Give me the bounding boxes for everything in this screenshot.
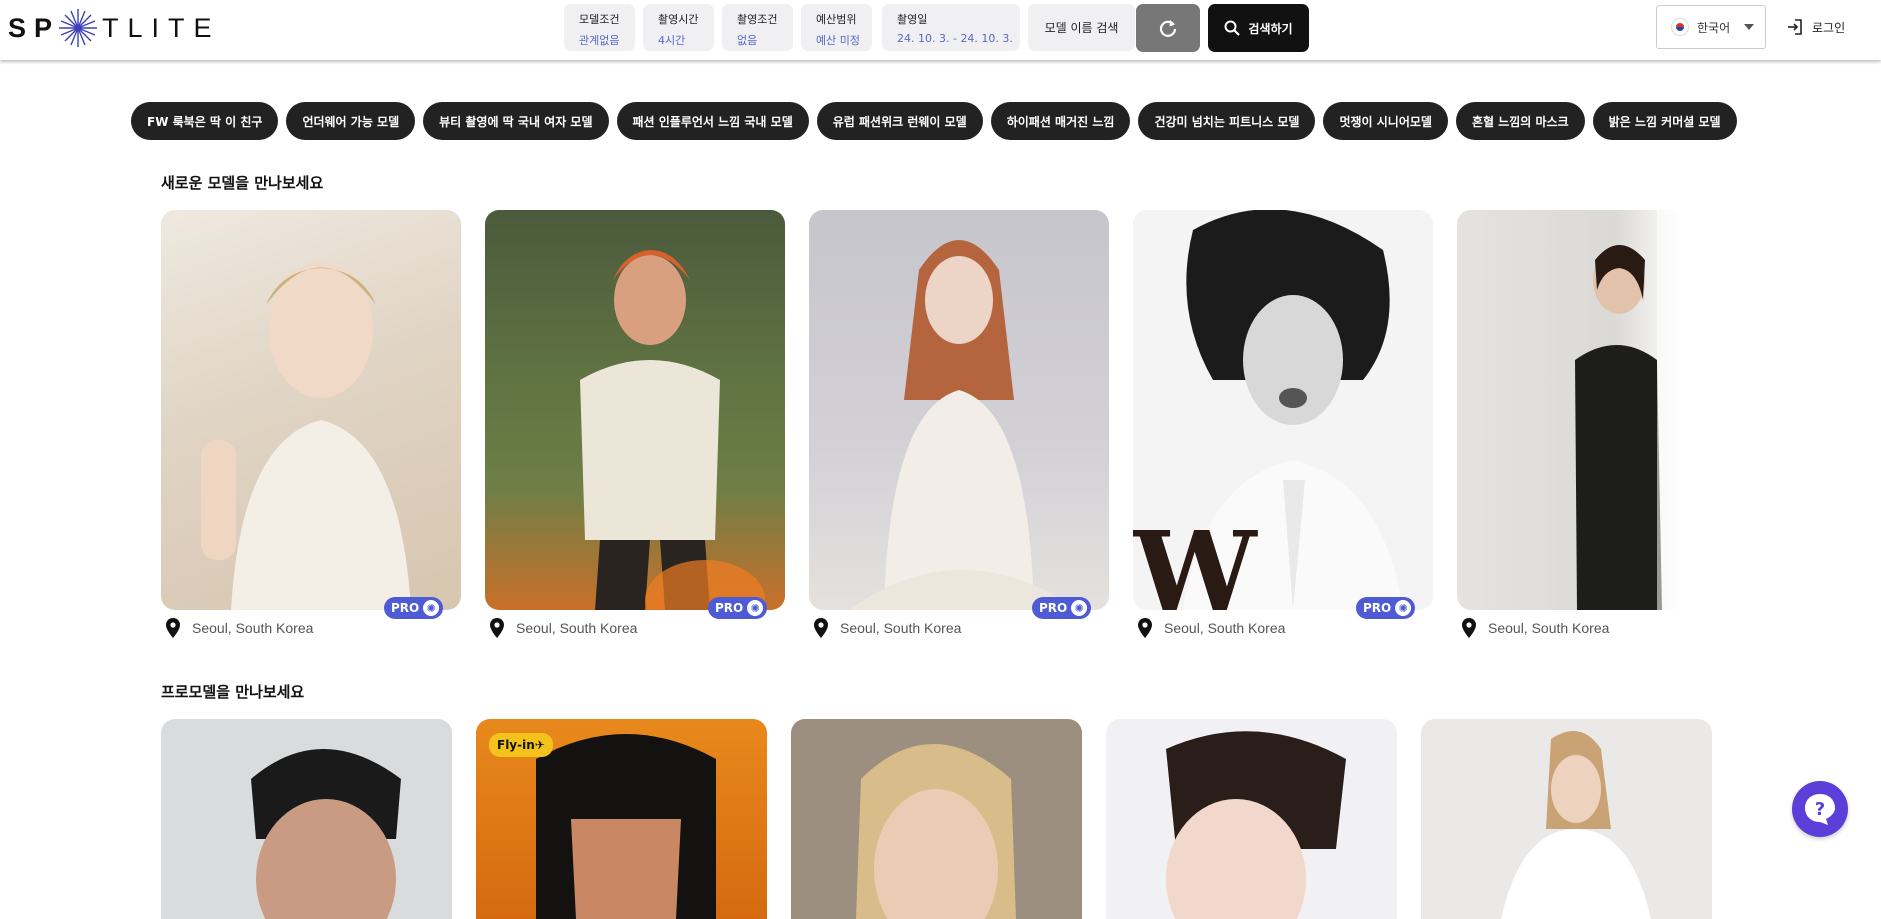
filter-value: 예산 미정 <box>816 34 860 47</box>
pro-badge: PRO ✺ <box>1356 597 1416 619</box>
filter-value: 4시간 <box>658 34 686 47</box>
model-photo <box>580 250 765 610</box>
spotlite-logo[interactable]: SP TLITE <box>8 6 221 50</box>
filter-label: 모델조건 <box>579 13 620 26</box>
flag-kr-icon <box>1671 18 1689 36</box>
model-card[interactable] <box>485 210 785 610</box>
location-pin-icon <box>1462 618 1476 638</box>
search-button[interactable]: 검색하기 <box>1208 4 1309 52</box>
model-card[interactable] <box>1457 210 1683 610</box>
location-label: Seoul, South Korea <box>1488 620 1610 636</box>
model-photo <box>251 749 401 919</box>
model-card[interactable] <box>161 210 461 610</box>
filter-value: 관계없음 <box>579 34 620 47</box>
model-photo <box>856 744 1016 919</box>
tag-chip[interactable]: FW 룩북은 딱 이 친구 <box>131 102 279 140</box>
filter-shoot-date[interactable]: 촬영일 24. 10. 3. - 24. 10. 3. <box>882 4 1020 51</box>
filter-label: 예산범위 <box>816 13 857 26</box>
flyin-badge-label: Fly-in <box>497 738 535 752</box>
filter-budget[interactable]: 예산범위 예산 미정 <box>801 4 872 51</box>
name-search-label: 모델 이름 검색 <box>1044 21 1119 35</box>
model-card[interactable]: W <box>1133 210 1433 610</box>
refresh-icon <box>1159 20 1177 37</box>
location-pin-icon <box>166 618 180 638</box>
section-title-pro-models: 프로모델을 만나보세요 <box>161 683 305 701</box>
tag-chip[interactable]: 혼혈 느낌의 마스크 <box>1455 102 1585 140</box>
login-label: 로그인 <box>1812 20 1846 35</box>
pro-badge: PRO ✺ <box>384 597 444 619</box>
tag-chip[interactable]: 건강미 넘치는 피트니스 모델 <box>1138 102 1316 140</box>
filter-label: 촬영시간 <box>658 13 699 26</box>
svg-text:?: ? <box>1815 799 1825 820</box>
gear-icon: ✺ <box>1071 600 1088 616</box>
login-icon <box>1788 19 1802 35</box>
tag-chip[interactable]: 패션 인플루언서 느낌 국내 모델 <box>616 102 809 140</box>
language-select[interactable]: 한국어 <box>1656 5 1766 49</box>
plane-icon: ✈ <box>534 738 545 752</box>
gear-icon: ✺ <box>747 600 764 616</box>
location-pin-icon <box>1138 618 1152 638</box>
model-photo <box>201 262 411 610</box>
model-photo <box>1166 731 1346 919</box>
svg-text:W: W <box>1133 507 1258 610</box>
pro-badge-label: PRO <box>391 601 420 615</box>
tag-chip[interactable]: 뷰티 촬영에 딱 국내 여자 모델 <box>423 102 609 140</box>
pro-model-card[interactable] <box>791 719 1082 919</box>
language-label: 한국어 <box>1697 20 1731 35</box>
location-pin-icon <box>490 618 504 638</box>
model-photo <box>849 240 1079 610</box>
model-location: Seoul, South Korea <box>1462 618 1609 638</box>
filter-shoot-time[interactable]: 촬영시간 4시간 <box>643 4 714 51</box>
model-photo <box>1501 731 1651 919</box>
logo-text-end: TLITE <box>102 12 221 43</box>
location-label: Seoul, South Korea <box>516 620 638 636</box>
section-title-new-models: 새로운 모델을 만나보세요 <box>161 174 324 192</box>
help-chat-button[interactable]: ? <box>1792 781 1848 837</box>
model-location: Seoul, South Korea <box>1138 618 1285 638</box>
filter-value: 없음 <box>737 34 758 47</box>
search-icon <box>1224 20 1241 36</box>
gear-icon: ✺ <box>423 600 440 616</box>
model-photo: W <box>1133 210 1403 610</box>
pro-badge-label: PRO <box>1039 601 1068 615</box>
help-icon: ? <box>1805 794 1835 825</box>
location-pin-icon <box>814 618 828 638</box>
tag-chip[interactable]: 멋쟁이 시니어모델 <box>1323 102 1448 140</box>
filter-model-condition[interactable]: 모델조건 관계없음 <box>564 4 635 51</box>
pro-model-card[interactable] <box>161 719 452 919</box>
flyin-badge: Fly-in ✈ <box>489 733 553 757</box>
model-photo <box>1575 210 1683 610</box>
location-label: Seoul, South Korea <box>192 620 314 636</box>
pro-badge: PRO ✺ <box>708 597 768 619</box>
tag-chip[interactable]: 하이패션 매거진 느낌 <box>990 102 1131 140</box>
reset-button[interactable] <box>1136 4 1200 52</box>
location-label: Seoul, South Korea <box>1164 620 1286 636</box>
model-name-search-button[interactable]: 모델 이름 검색 <box>1028 4 1135 51</box>
model-location: Seoul, South Korea <box>166 618 313 638</box>
tag-chip[interactable]: 유럽 패션위크 런웨이 모델 <box>816 102 983 140</box>
filter-label: 촬영일 <box>897 13 928 26</box>
pro-badge-label: PRO <box>715 601 744 615</box>
top-header: SP TLITE 모델조건 관계없음 촬영시간 4시간 촬영조건 없음 예산범위… <box>0 0 1881 60</box>
filter-shoot-condition[interactable]: 촬영조건 없음 <box>722 4 793 51</box>
pro-badge-label: PRO <box>1363 601 1392 615</box>
filter-value: 24. 10. 3. - 24. 10. 3. <box>897 32 1013 45</box>
model-location: Seoul, South Korea <box>490 618 637 638</box>
filter-label: 촬영조건 <box>737 13 778 26</box>
chevron-down-icon <box>1744 24 1755 30</box>
tag-chip[interactable]: 언더웨어 가능 모델 <box>286 102 416 140</box>
sun-burst-icon <box>59 9 98 47</box>
gear-icon: ✺ <box>1395 600 1412 616</box>
pro-model-card[interactable] <box>1421 719 1712 919</box>
model-card[interactable] <box>809 210 1109 610</box>
tag-chip-list: FW 룩북은 딱 이 친구 언더웨어 가능 모델 뷰티 촬영에 딱 국내 여자 … <box>131 102 1737 140</box>
login-link[interactable]: 로그인 <box>1786 18 1845 36</box>
pro-model-card[interactable] <box>1106 719 1397 919</box>
search-button-label: 검색하기 <box>1248 21 1293 36</box>
location-label: Seoul, South Korea <box>840 620 962 636</box>
model-location: Seoul, South Korea <box>814 618 961 638</box>
tag-chip[interactable]: 밝은 느낌 커머셜 모델 <box>1592 102 1737 140</box>
logo-text-start: SP <box>8 12 61 43</box>
pro-badge: PRO ✺ <box>1032 597 1092 619</box>
